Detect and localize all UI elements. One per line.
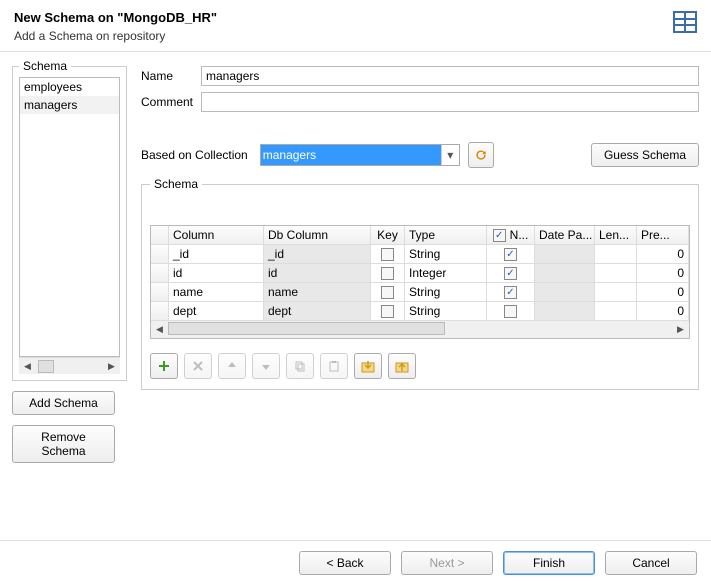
columns-grid[interactable]: Column Db Column Key Type ✓ N... Date Pa… [150,225,690,339]
name-label: Name [141,69,201,83]
export-button[interactable] [388,353,416,379]
checkbox-icon [504,305,517,318]
col-header-column[interactable]: Column [169,226,264,244]
cell-nullable[interactable]: ✓ [487,264,535,282]
back-button[interactable]: < Back [299,551,391,575]
cell-date[interactable] [535,245,595,263]
move-up-button[interactable] [218,353,246,379]
cell-db[interactable]: name [264,283,371,301]
schema-list-scrollbar[interactable]: ◀ ▶ [19,357,120,374]
copy-button[interactable] [286,353,314,379]
cell-date[interactable] [535,302,595,320]
col-header-date[interactable]: Date Pa... [535,226,595,244]
col-header-nullable[interactable]: ✓ N... [487,226,535,244]
cell-column[interactable]: name [169,283,264,301]
cell-column[interactable]: dept [169,302,264,320]
chevron-down-icon[interactable]: ▾ [441,145,459,165]
cell-precision[interactable]: 0 [637,245,689,263]
cell-type[interactable]: String [405,302,487,320]
add-schema-button[interactable]: Add Schema [12,391,115,415]
paste-button[interactable] [320,353,348,379]
delete-row-button[interactable] [184,353,212,379]
col-header-length[interactable]: Len... [595,226,637,244]
cell-precision[interactable]: 0 [637,283,689,301]
comment-label: Comment [141,95,201,109]
cell-nullable[interactable] [487,302,535,320]
schema-list-item[interactable]: managers [20,96,119,114]
cell-db[interactable]: _id [264,245,371,263]
table-row[interactable]: deptdept String 0 [151,302,689,321]
cell-key[interactable] [371,264,405,282]
move-down-button[interactable] [252,353,280,379]
checkbox-icon [381,305,394,318]
cell-column[interactable]: id [169,264,264,282]
schema-definition-group: Schema Column Db Column Key Type ✓ N... … [141,184,699,390]
dialog-footer: < Back Next > Finish Cancel [0,540,711,585]
import-button[interactable] [354,353,382,379]
checkbox-icon: ✓ [493,229,506,242]
col-header-type[interactable]: Type [405,226,487,244]
scroll-left-icon[interactable]: ◀ [151,324,168,335]
dialog-subtitle: Add a Schema on repository [14,29,697,43]
cell-nullable[interactable]: ✓ [487,283,535,301]
cell-type[interactable]: String [405,283,487,301]
scroll-right-icon[interactable]: ▶ [672,324,689,335]
cell-type[interactable]: Integer [405,264,487,282]
checkbox-icon: ✓ [504,248,517,261]
cell-precision[interactable]: 0 [637,264,689,282]
cell-key[interactable] [371,245,405,263]
cell-length[interactable] [595,245,637,263]
cell-length[interactable] [595,302,637,320]
checkbox-icon [381,267,394,280]
schema-list-legend: Schema [19,59,71,73]
cell-nullable[interactable]: ✓ [487,245,535,263]
scroll-right-icon[interactable]: ▶ [103,358,120,375]
dialog-title: New Schema on "MongoDB_HR" [14,10,697,25]
table-row[interactable]: idid Integer ✓ 0 [151,264,689,283]
col-header-precision[interactable]: Pre... [637,226,689,244]
schema-definition-legend: Schema [150,177,202,191]
remove-schema-button[interactable]: Remove Schema [12,425,115,463]
checkbox-icon [381,248,394,261]
collection-combo[interactable]: managers ▾ [260,144,460,166]
cancel-button[interactable]: Cancel [605,551,697,575]
cell-db[interactable]: dept [264,302,371,320]
cell-key[interactable] [371,302,405,320]
cell-column[interactable]: _id [169,245,264,263]
schema-list-group: Schema employees managers ◀ ▶ [12,66,127,381]
refresh-button[interactable] [468,142,494,168]
col-header-db[interactable]: Db Column [264,226,371,244]
grid-header: Column Db Column Key Type ✓ N... Date Pa… [151,226,689,245]
guess-schema-button[interactable]: Guess Schema [591,143,699,167]
cell-length[interactable] [595,264,637,282]
schema-list[interactable]: employees managers [19,77,120,357]
name-input[interactable] [201,66,699,86]
grid-scrollbar[interactable]: ◀ ▶ [151,321,689,338]
dialog-header: New Schema on "MongoDB_HR" Add a Schema … [0,0,711,52]
cell-date[interactable] [535,264,595,282]
col-header-key[interactable]: Key [371,226,405,244]
checkbox-icon: ✓ [504,286,517,299]
finish-button[interactable]: Finish [503,551,595,575]
table-row[interactable]: namename String ✓ 0 [151,283,689,302]
table-row[interactable]: _id_id String ✓ 0 [151,245,689,264]
cell-precision[interactable]: 0 [637,302,689,320]
next-button: Next > [401,551,493,575]
checkbox-icon [381,286,394,299]
table-icon [673,10,697,34]
schema-list-item[interactable]: employees [20,78,119,96]
cell-date[interactable] [535,283,595,301]
collection-value: managers [261,145,441,165]
cell-db[interactable]: id [264,264,371,282]
add-row-button[interactable] [150,353,178,379]
cell-type[interactable]: String [405,245,487,263]
cell-key[interactable] [371,283,405,301]
checkbox-icon: ✓ [504,267,517,280]
comment-input[interactable] [201,92,699,112]
collection-label: Based on Collection [141,148,248,162]
scroll-left-icon[interactable]: ◀ [19,358,36,375]
cell-length[interactable] [595,283,637,301]
grid-toolbar [150,353,690,379]
